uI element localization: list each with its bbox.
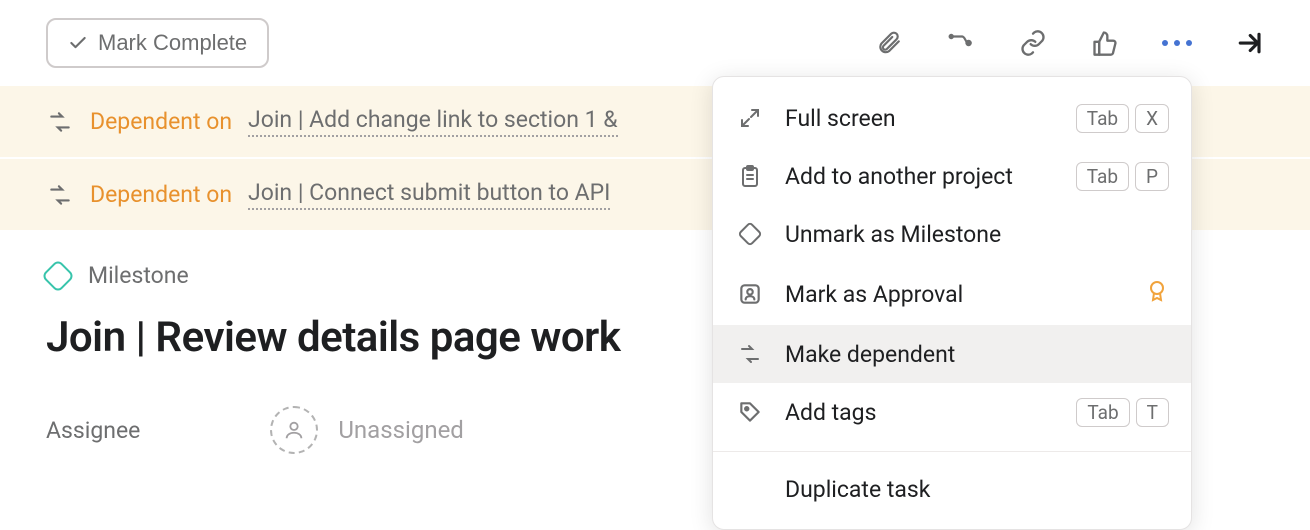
mark-complete-label: Mark Complete — [98, 30, 247, 56]
mark-complete-button[interactable]: Mark Complete — [46, 18, 269, 68]
clipboard-icon — [735, 161, 765, 191]
menu-label: Duplicate task — [785, 476, 1169, 503]
shortcut: Tab P — [1076, 162, 1169, 191]
shortcut: Tab T — [1076, 398, 1169, 427]
stamp-icon — [735, 279, 765, 309]
dependency-icon — [46, 182, 74, 208]
toolbar — [874, 28, 1264, 58]
task-actions-menu: Full screen Tab X Add to another project… — [712, 76, 1192, 530]
fullscreen-icon — [735, 103, 765, 133]
attachment-icon[interactable] — [874, 28, 904, 58]
menu-label: Make dependent — [785, 341, 1169, 368]
dependency-link[interactable]: Join | Connect submit button to API — [248, 179, 610, 210]
link-icon[interactable] — [1018, 28, 1048, 58]
assignee-text: Unassigned — [338, 416, 463, 444]
approval-badge-icon — [1145, 277, 1169, 311]
milestone-label: Milestone — [88, 262, 189, 289]
menu-add-tags[interactable]: Add tags Tab T — [713, 383, 1191, 441]
menu-label: Full screen — [785, 105, 1056, 132]
milestone-diamond-icon — [41, 259, 75, 293]
menu-divider — [713, 451, 1191, 452]
subtask-icon[interactable] — [946, 28, 976, 58]
dependency-link[interactable]: Join | Add change link to section 1 & — [248, 106, 618, 137]
menu-unmark-milestone[interactable]: Unmark as Milestone — [713, 205, 1191, 263]
collapse-panel-icon[interactable] — [1234, 28, 1264, 58]
menu-label: Add tags — [785, 399, 1056, 426]
dependency-label: Dependent on — [90, 108, 232, 135]
tag-icon — [735, 397, 765, 427]
shortcut: Tab X — [1076, 104, 1169, 133]
menu-duplicate-task[interactable]: Duplicate task — [713, 462, 1191, 517]
check-icon — [68, 33, 88, 53]
menu-mark-approval[interactable]: Mark as Approval — [713, 263, 1191, 325]
menu-add-project[interactable]: Add to another project Tab P — [713, 147, 1191, 205]
dependency-icon — [735, 339, 765, 369]
dependency-label: Dependent on — [90, 181, 232, 208]
assignee-value[interactable]: Unassigned — [270, 406, 463, 454]
assignee-label: Assignee — [46, 417, 140, 444]
diamond-icon — [735, 219, 765, 249]
like-icon[interactable] — [1090, 28, 1120, 58]
dependency-icon — [46, 109, 74, 135]
assignee-avatar-placeholder — [270, 406, 318, 454]
more-actions-icon[interactable] — [1162, 28, 1192, 58]
menu-make-dependent[interactable]: Make dependent — [713, 325, 1191, 383]
menu-label: Mark as Approval — [785, 281, 1125, 308]
menu-full-screen[interactable]: Full screen Tab X — [713, 89, 1191, 147]
menu-label: Add to another project — [785, 163, 1056, 190]
menu-label: Unmark as Milestone — [785, 221, 1169, 248]
task-header: Mark Complete — [0, 0, 1310, 86]
